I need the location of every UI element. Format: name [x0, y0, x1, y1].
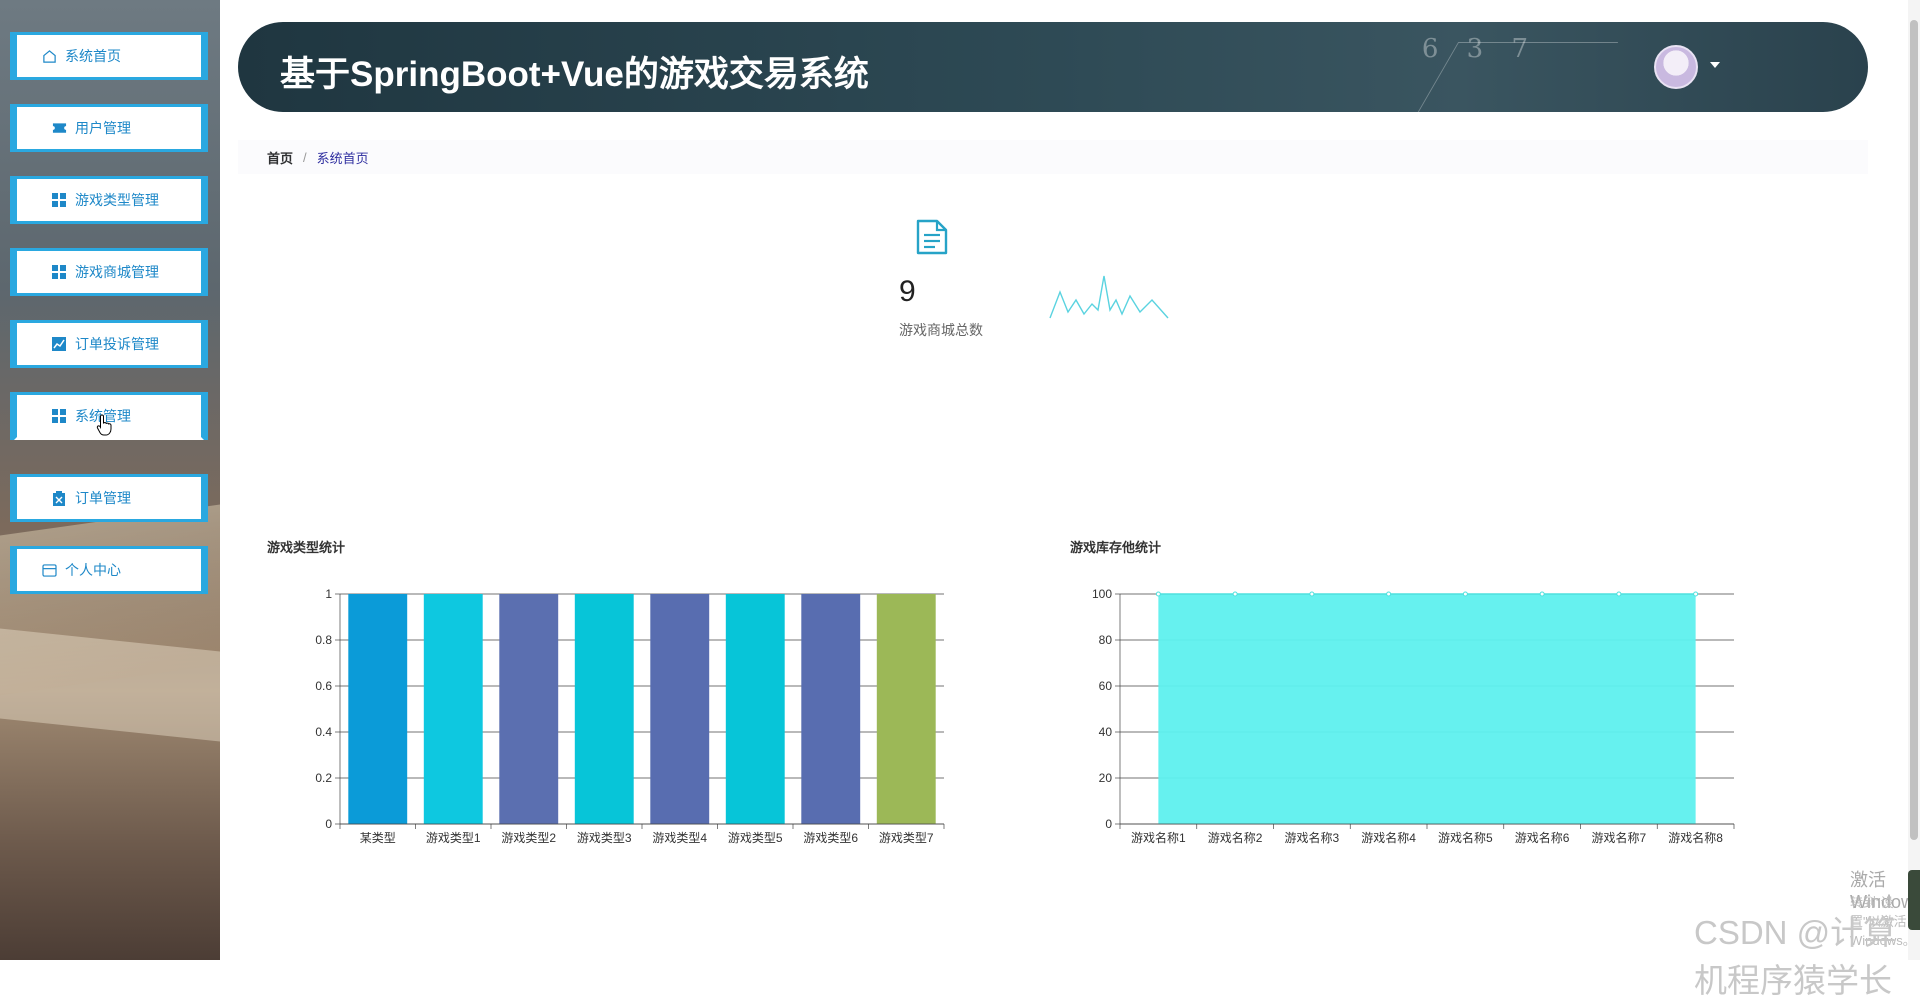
x-tick-label: 游戏类型5 — [728, 831, 783, 845]
x-tick-label: 游戏名称3 — [1285, 830, 1340, 845]
bar — [348, 594, 408, 824]
x-tick-label: 游戏名称6 — [1515, 830, 1570, 845]
y-tick-label: 0.2 — [315, 771, 332, 785]
left-chart-title: 游戏类型统计 — [267, 540, 346, 555]
data-point — [1693, 591, 1699, 597]
main-content: 6 3 7 基于SpringBoot+Vue的游戏交易系统 首页 / 系统首页 … — [220, 0, 1920, 999]
sidebar-item-label: 用户管理 — [75, 120, 131, 136]
y-tick-label: 80 — [1099, 633, 1113, 647]
sidebar-item-users[interactable]: 用户管理 — [14, 104, 204, 152]
sidebar-item-game-types[interactable]: 游戏类型管理 — [14, 176, 204, 224]
edge-widget[interactable] — [1908, 870, 1920, 930]
data-point — [1232, 591, 1238, 597]
sidebar-item-label: 系统首页 — [65, 48, 121, 64]
bar — [650, 594, 710, 824]
bar — [423, 594, 483, 824]
clipboard-icon — [51, 490, 67, 506]
x-tick-label: 游戏类型1 — [426, 831, 481, 845]
sidebar-item-label: 游戏商城管理 — [75, 264, 159, 280]
x-tick-label: 游戏类型6 — [803, 831, 858, 845]
y-tick-label: 0.8 — [315, 633, 332, 647]
data-point — [1539, 591, 1545, 597]
scrollbar[interactable] — [1908, 0, 1920, 960]
stat-value: 9 — [899, 275, 916, 308]
header-deco-text: 6 3 7 — [1421, 34, 1538, 64]
x-tick-label: 游戏名称5 — [1438, 830, 1493, 845]
x-tick-label: 游戏名称8 — [1668, 830, 1723, 845]
area-fill — [1158, 594, 1696, 824]
game-type-bar-chart: 0 0.2 0.4 0.6 0.8 1 某类型 游戏类型1 游戏类型2 游戏类型3 游戏类型4 游戏类… — [315, 587, 945, 845]
x-tick-label: 游戏类型7 — [879, 831, 934, 845]
bar — [801, 594, 861, 824]
avatar[interactable] — [1654, 45, 1698, 89]
data-point — [1155, 591, 1161, 597]
bar — [499, 594, 559, 824]
sidebar-item-home[interactable]: 系统首页 — [14, 32, 204, 80]
x-tick-label: 游戏类型2 — [501, 831, 556, 845]
document-icon — [916, 219, 948, 255]
y-tick-label: 40 — [1099, 725, 1113, 739]
sidebar-item-order-complaints[interactable]: 订单投诉管理 — [14, 320, 204, 368]
ticket-icon — [51, 120, 67, 136]
x-tick-label: 游戏名称4 — [1361, 830, 1416, 845]
top-header: 6 3 7 基于SpringBoot+Vue的游戏交易系统 — [238, 22, 1868, 112]
sidebar-item-label: 订单管理 — [75, 490, 131, 506]
data-point — [1309, 591, 1315, 597]
y-tick-label: 0.6 — [315, 679, 332, 693]
x-tick-label: 游戏名称2 — [1208, 830, 1263, 845]
chart-icon — [51, 336, 67, 352]
breadcrumb-current: 系统首页 — [316, 150, 369, 166]
watermark-csdn: CSDN @计算机程序猿学长 — [1694, 914, 1897, 999]
y-tick-label: 0 — [1105, 817, 1112, 831]
grid-icon — [51, 408, 67, 424]
hand-cursor-icon — [96, 414, 112, 436]
page-title: 基于SpringBoot+Vue的游戏交易系统 — [280, 55, 869, 94]
y-tick-label: 20 — [1099, 771, 1113, 785]
sidebar-item-orders[interactable]: 订单管理 — [14, 474, 204, 522]
x-tick-label: 游戏名称7 — [1592, 830, 1647, 845]
y-tick-label: 0.4 — [315, 725, 332, 739]
scrollbar-thumb[interactable] — [1910, 20, 1918, 840]
sidebar-item-label: 个人中心 — [65, 562, 121, 578]
breadcrumb-separator: / — [303, 149, 307, 165]
game-stock-area-chart: 0 20 40 60 80 100 游戏名称1 游戏名称2 游戏名称3 游戏名称4 游戏名称5 游戏名… — [1092, 587, 1735, 845]
y-tick-label: 100 — [1092, 587, 1112, 601]
x-tick-label: 游戏名称1 — [1131, 830, 1186, 845]
sidebar: 系统首页 用户管理 游戏类型管理 游戏商城管理 订单投诉管理 订单管理 个人中心 — [0, 0, 220, 960]
breadcrumb: 首页 / 系统首页 — [238, 140, 1868, 174]
bar — [876, 594, 936, 824]
sidebar-menu: 系统首页 用户管理 游戏类型管理 游戏商城管理 订单投诉管理 订单管理 个人中心 — [14, 32, 204, 618]
data-point — [1616, 591, 1622, 597]
bar — [574, 594, 634, 824]
stat-label: 游戏商城总数 — [899, 322, 983, 338]
home-icon — [41, 48, 57, 64]
sparkline — [1049, 275, 1169, 319]
sidebar-item-label: 游戏类型管理 — [75, 192, 159, 208]
card-icon — [41, 562, 57, 578]
x-tick-label: 游戏类型3 — [577, 831, 632, 845]
sidebar-item-game-store[interactable]: 游戏商城管理 — [14, 248, 204, 296]
sidebar-item-personal-center[interactable]: 个人中心 — [14, 546, 204, 594]
y-tick-label: 0 — [325, 817, 332, 831]
chevron-down-icon[interactable] — [1710, 62, 1720, 68]
data-point — [1462, 591, 1468, 597]
sidebar-item-label: 订单投诉管理 — [75, 336, 159, 352]
bar — [725, 594, 785, 824]
grid-icon — [51, 264, 67, 280]
grid-icon — [51, 192, 67, 208]
y-tick-label: 1 — [325, 587, 332, 601]
sparkline-line — [1049, 275, 1169, 319]
right-chart-title: 游戏库存他统计 — [1070, 540, 1162, 555]
data-point — [1386, 591, 1392, 597]
breadcrumb-home[interactable]: 首页 — [267, 148, 293, 167]
x-tick-label: 某类型 — [360, 831, 396, 845]
y-tick-label: 60 — [1099, 679, 1113, 693]
x-tick-label: 游戏类型4 — [652, 831, 707, 845]
